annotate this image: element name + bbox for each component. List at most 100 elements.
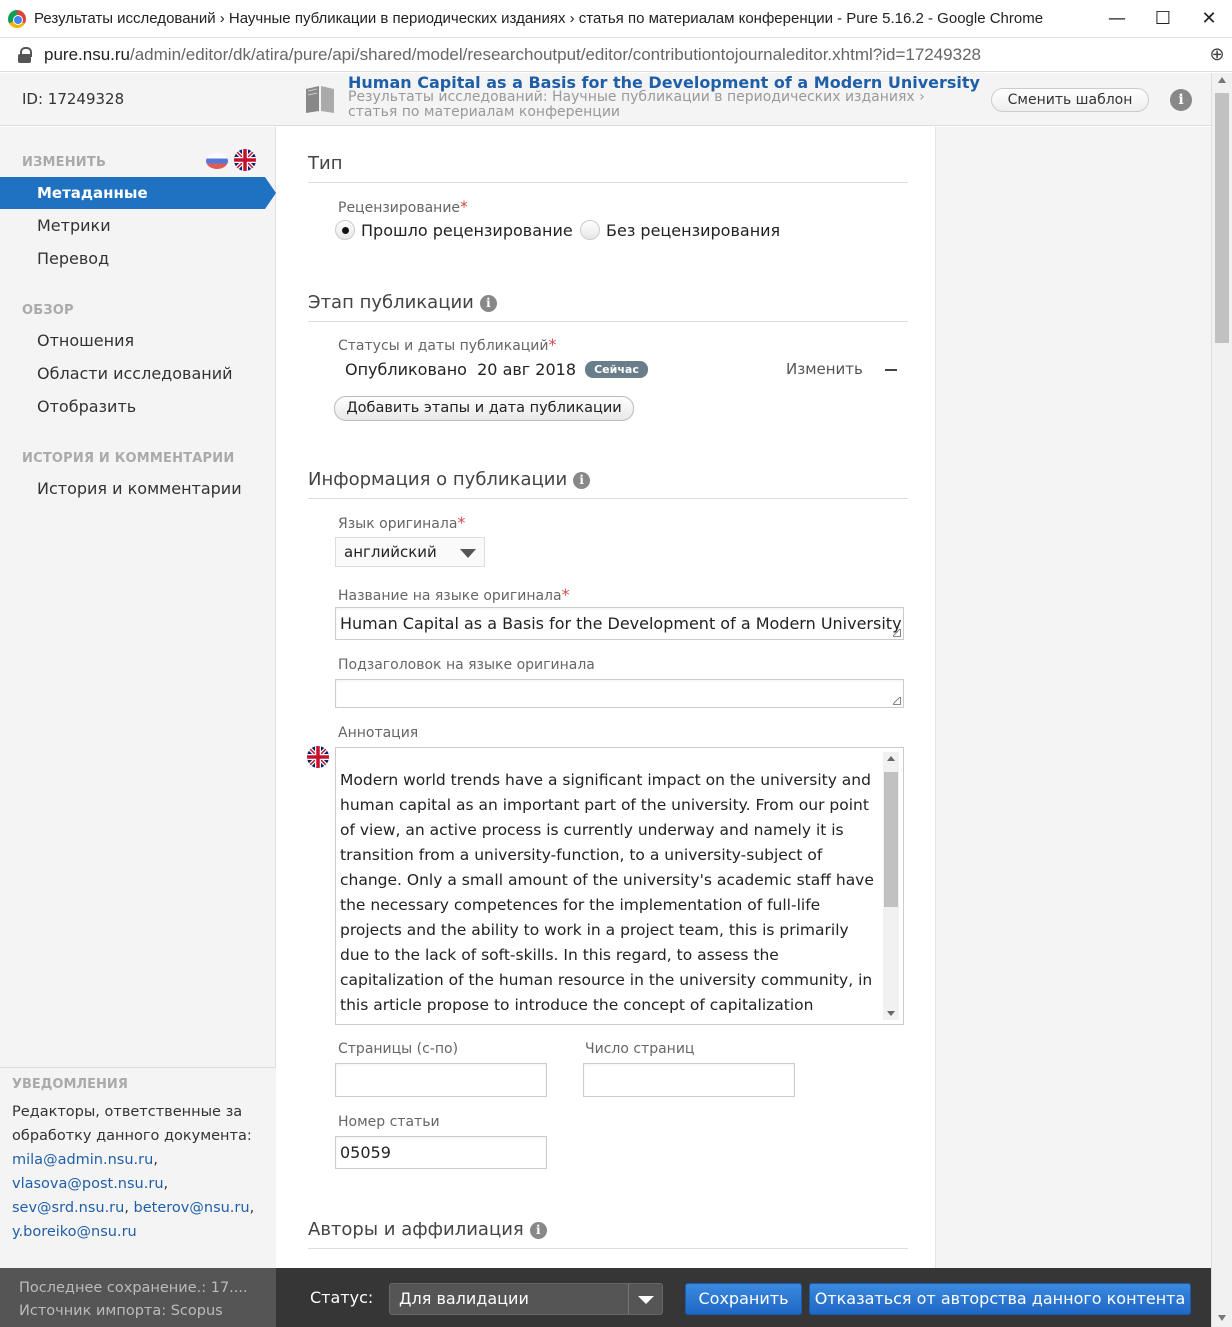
editor-email-link[interactable]: sev@srd.nsu.ru [12, 1200, 124, 1216]
sidebar-item-metrics[interactable]: Метрики [37, 216, 111, 235]
minimize-button[interactable]: — [1094, 0, 1140, 38]
title-label: Название на языке оригинала* [338, 585, 570, 604]
last-saved-text: Последнее сохранение.: 17.... [19, 1280, 248, 1296]
scrollbar-thumb[interactable] [1215, 93, 1229, 343]
close-button[interactable]: ✕ [1186, 0, 1232, 38]
title-input-value: Human Capital as a Basis for the Develop… [340, 614, 902, 633]
editor-email-link[interactable]: mila@admin.nsu.ru [12, 1152, 153, 1168]
radio-not-reviewed[interactable]: Без рецензирования [580, 220, 780, 240]
save-button[interactable]: Сохранить [685, 1283, 802, 1315]
abstract-label: Аннотация [338, 725, 419, 741]
notifications-description: Редакторы, ответственные за обработку да… [12, 1104, 252, 1144]
pages-input[interactable] [335, 1063, 547, 1097]
required-mark: * [460, 197, 469, 216]
number-of-pages-label: Число страниц [585, 1041, 695, 1057]
language-select-value: английский [344, 543, 437, 561]
chevron-down-icon[interactable] [628, 1284, 662, 1314]
required-mark: * [548, 335, 557, 354]
required-mark: * [457, 513, 466, 532]
radio-dot-selected[interactable] [335, 220, 355, 240]
section-info-title: Информация о публикации [308, 469, 568, 490]
now-badge: Сейчас [585, 361, 648, 378]
pages-label: Страницы (с-по) [338, 1041, 459, 1057]
status-label-text: Статусы и даты публикаций [338, 338, 549, 354]
sidebar-item-metadata[interactable]: Метаданные [0, 177, 276, 209]
scroll-up-arrow-icon[interactable] [887, 756, 895, 761]
notifications-header: УВЕДОМЛЕНИЯ [12, 1077, 128, 1092]
sidebar-item-translation[interactable]: Перевод [37, 249, 109, 268]
language-select[interactable]: английский [335, 537, 485, 567]
radio-dot[interactable] [580, 220, 600, 240]
abstract-scrollbar-thumb[interactable] [884, 772, 898, 907]
info-icon[interactable]: i [529, 1222, 547, 1239]
page-scrollbar[interactable] [1211, 73, 1232, 1327]
url-path: /admin/editor/dk/atira/pure/api/shared/m… [130, 44, 982, 64]
lock-icon[interactable] [18, 46, 32, 63]
scroll-up-arrow-icon[interactable] [1218, 77, 1226, 83]
section-stage-title: Этап публикации [308, 292, 474, 313]
editor-email-link[interactable]: y.boreiko@nsu.ru [12, 1224, 137, 1240]
article-number-input[interactable]: 05059 [335, 1136, 547, 1169]
resize-grip-icon[interactable] [893, 629, 901, 637]
remove-minus-icon[interactable] [885, 369, 897, 371]
editor-email-link[interactable]: vlasova@post.nsu.ru [12, 1176, 164, 1192]
language-label-text: Язык оригинала [338, 516, 458, 532]
status-select-value: Для валидации [399, 1289, 529, 1308]
sidebar-header-overview: ОБЗОР [22, 303, 74, 318]
status-label: Статус: [310, 1288, 374, 1307]
change-status-link[interactable]: Изменить [786, 360, 863, 378]
language-label: Язык оригинала* [338, 513, 465, 532]
uk-flag-icon[interactable] [234, 149, 256, 171]
required-mark: * [561, 585, 570, 604]
status-bar: Последнее сохранение.: 17.... Источник и… [0, 1268, 1211, 1327]
resize-grip-icon[interactable] [893, 697, 901, 705]
article-number-label: Номер статьи [338, 1114, 440, 1130]
section-type: Тип [308, 153, 908, 183]
chevron-down-icon [460, 549, 476, 558]
add-publication-stage-button[interactable]: Добавить этапы и дата публикации [334, 396, 634, 421]
address-bar[interactable]: pure.nsu.ru/admin/editor/dk/atira/pure/a… [0, 38, 1232, 72]
save-info: Последнее сохранение.: 17.... Источник и… [0, 1268, 276, 1327]
window-controls: — ☐ ✕ [1094, 0, 1232, 38]
scroll-down-arrow-icon[interactable] [1218, 1315, 1226, 1321]
info-icon[interactable]: i [479, 295, 497, 312]
change-template-button[interactable]: Сменить шаблон [991, 88, 1149, 112]
review-label: Рецензирование* [338, 197, 468, 216]
import-source-text: Источник импорта: Scopus [19, 1303, 223, 1319]
book-icon [306, 86, 334, 113]
abstract-textarea[interactable]: Modern world trends have a significant i… [335, 747, 904, 1025]
info-icon[interactable]: i [573, 472, 591, 489]
notifications-text: Редакторы, ответственные за обработку да… [12, 1104, 255, 1240]
notifications-panel: УВЕДОМЛЕНИЯ Редакторы, ответственные за … [0, 1067, 276, 1268]
window-title: Результаты исследований › Научные публик… [34, 10, 1044, 27]
abstract-scrollbar[interactable] [883, 752, 899, 1020]
title-input[interactable]: Human Capital as a Basis for the Develop… [335, 607, 904, 640]
url-text[interactable]: pure.nsu.ru/admin/editor/dk/atira/pure/a… [44, 45, 1202, 65]
maximize-button[interactable]: ☐ [1140, 0, 1186, 38]
sidebar-item-research-areas[interactable]: Области исследований [37, 364, 233, 383]
status-label: Статусы и даты публикаций* [338, 335, 557, 354]
editor-email-link[interactable]: beterov@nsu.ru [134, 1200, 250, 1216]
sidebar-item-history[interactable]: История и комментарии [37, 479, 242, 498]
status-select[interactable]: Для валидации [389, 1283, 663, 1315]
editor-header: ID: 17249328 Human Capital as a Basis fo… [0, 73, 1211, 126]
radio-peer-reviewed[interactable]: Прошло рецензирование [335, 220, 573, 240]
disclaim-authorship-button[interactable]: Отказаться от авторства данного контента [809, 1283, 1191, 1315]
sidebar-item-display[interactable]: Отобразить [37, 397, 136, 416]
scroll-down-arrow-icon[interactable] [887, 1011, 895, 1016]
document-id: ID: 17249328 [22, 90, 125, 108]
publication-status-row: Опубликовано 20 авг 2018 Сейчас [345, 360, 648, 379]
section-authors-title: Авторы и аффилиация [308, 1219, 524, 1240]
zoom-icon[interactable]: ⊕ [1202, 44, 1232, 65]
russian-flag-icon[interactable] [206, 153, 228, 169]
review-label-text: Рецензирование [338, 200, 461, 216]
info-icon[interactable]: i [1170, 89, 1192, 111]
url-host: pure.nsu.ru [44, 44, 130, 64]
sidebar-header-edit: ИЗМЕНИТЬ [22, 155, 107, 170]
subtitle-input[interactable] [335, 679, 904, 708]
sidebar-item-relations[interactable]: Отношения [37, 331, 134, 350]
browser-titlebar: Результаты исследований › Научные публик… [0, 0, 1232, 38]
sidebar: ИЗМЕНИТЬ Метаданные Метрики Перевод ОБЗО… [0, 127, 276, 1268]
title-label-text: Название на языке оригинала [338, 588, 562, 604]
number-of-pages-input[interactable] [583, 1063, 795, 1097]
